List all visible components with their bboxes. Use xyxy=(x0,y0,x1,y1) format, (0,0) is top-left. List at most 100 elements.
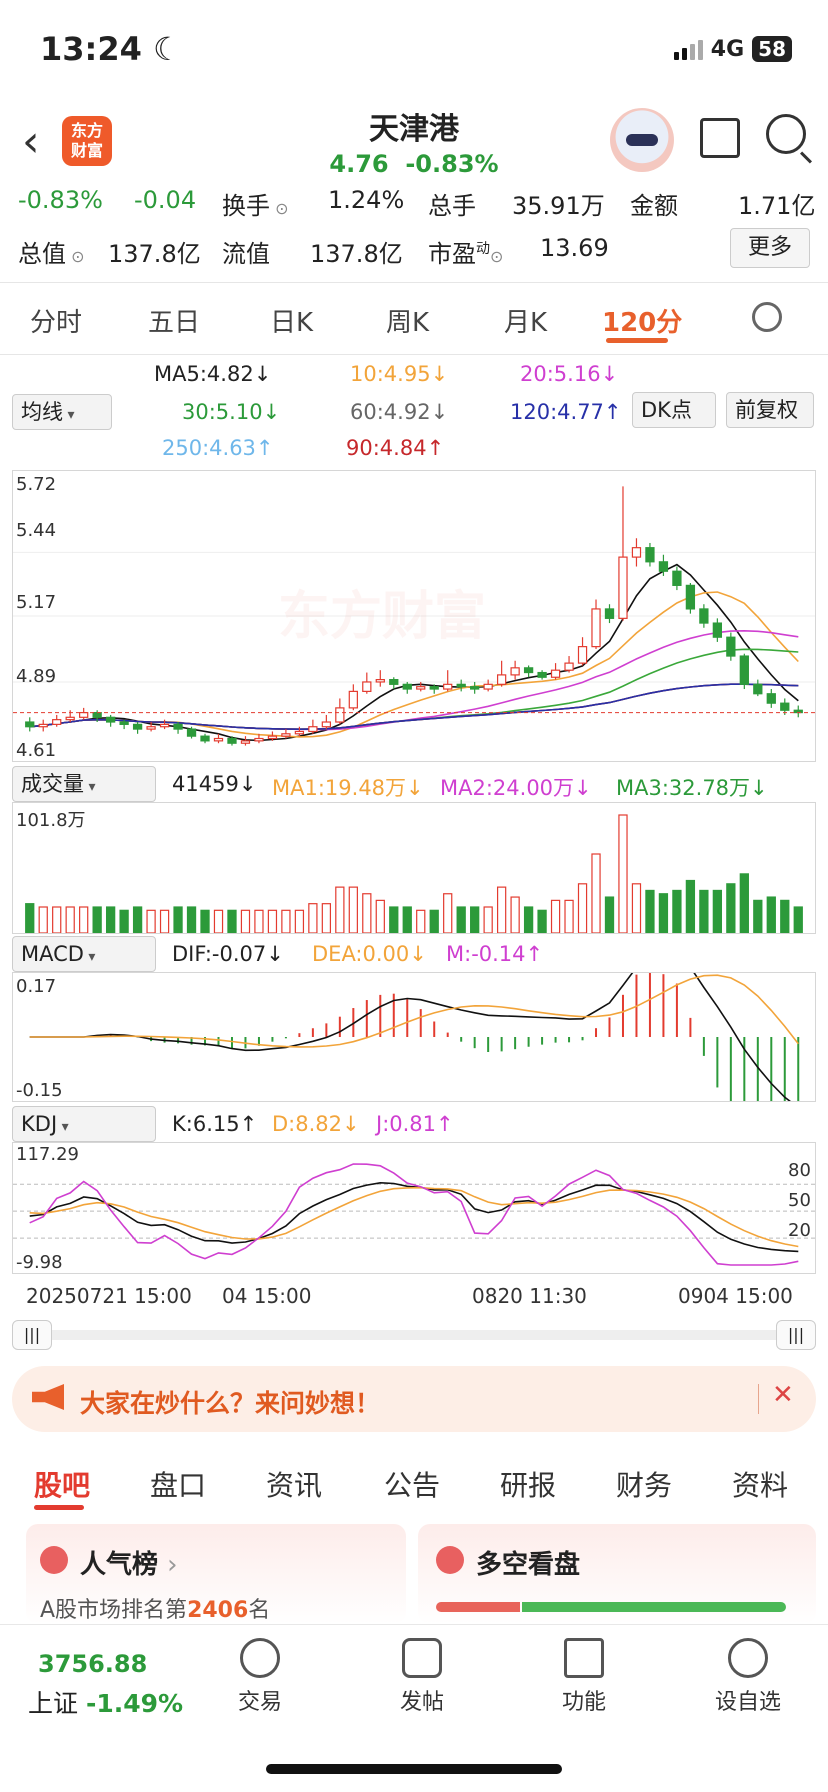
nav-trade[interactable]: 交易 xyxy=(210,1684,310,1716)
candle-body xyxy=(496,674,507,685)
mktcap-value: 137.8亿 xyxy=(108,240,201,268)
status-indicators: 4G 58 xyxy=(673,36,792,62)
tab-news[interactable]: 资讯 xyxy=(266,1464,322,1504)
adjust-button[interactable]: 前复权 xyxy=(726,392,814,428)
trade-icon[interactable] xyxy=(240,1638,280,1678)
macd-dea-line xyxy=(29,974,799,1048)
popularity-rank: A股市场排名第2406名 xyxy=(40,1598,271,1623)
y-tick-label: 5.17 xyxy=(16,592,57,613)
volume-bar xyxy=(645,889,655,934)
moon-icon: ☾ xyxy=(153,30,182,68)
index-value[interactable]: 3756.88 xyxy=(38,1650,147,1678)
tab-monthly-k[interactable]: 月K xyxy=(504,302,547,339)
volume-bar xyxy=(564,899,574,934)
long-bar xyxy=(436,1602,520,1612)
nav-watchlist[interactable]: 设自选 xyxy=(698,1684,798,1716)
volume-bar xyxy=(375,899,385,934)
ranking-icon xyxy=(40,1546,68,1574)
tab-five-day[interactable]: 五日 xyxy=(148,302,200,339)
tab-profile[interactable]: 资料 xyxy=(732,1464,788,1504)
candle-body xyxy=(577,646,588,664)
candle-body xyxy=(753,683,763,695)
candle-body xyxy=(375,679,385,683)
candle-body xyxy=(564,662,574,671)
index-line[interactable]: 上证 -1.49% xyxy=(28,1684,183,1720)
vol-ma3: MA3:32.78万↓ xyxy=(616,776,768,800)
volume-bar xyxy=(146,909,156,934)
dk-point-button[interactable]: DK点 xyxy=(632,392,716,428)
candle-body xyxy=(52,719,62,725)
x-tick-label: 0904 15:00 xyxy=(678,1284,793,1308)
assistant-avatar-icon[interactable] xyxy=(610,108,674,172)
close-icon[interactable]: ✕ xyxy=(772,1380,794,1410)
candle-body xyxy=(591,608,601,648)
candle-body xyxy=(159,723,170,728)
tab-weekly-k[interactable]: 周K xyxy=(386,302,429,339)
search-icon[interactable] xyxy=(766,114,806,154)
volume-top-label: 101.8万 xyxy=(16,810,86,831)
volume-bar xyxy=(793,906,803,934)
watchlist-icon[interactable] xyxy=(728,1638,768,1678)
candle-body xyxy=(523,667,534,674)
share-icon[interactable] xyxy=(700,118,740,158)
post-icon[interactable] xyxy=(402,1638,442,1678)
volume-chart[interactable] xyxy=(12,802,816,934)
vol-ma2: MA2:24.00万↓ xyxy=(440,776,592,800)
tab-announcements[interactable]: 公告 xyxy=(384,1464,440,1504)
macd-bottom-label: -0.15 xyxy=(16,1080,63,1101)
macd-chart[interactable] xyxy=(12,950,816,1155)
candle-body xyxy=(254,737,264,742)
tab-research[interactable]: 研报 xyxy=(500,1464,556,1504)
tab-pankou[interactable]: 盘口 xyxy=(150,1464,206,1504)
range-left-handle[interactable]: ||| xyxy=(12,1320,52,1350)
tab-guba[interactable]: 股吧 xyxy=(34,1464,90,1504)
promo-text[interactable]: 大家在炒什么？来问妙想！ xyxy=(80,1384,380,1420)
tab-finance[interactable]: 财务 xyxy=(616,1464,672,1504)
macd-selector[interactable]: MACD xyxy=(12,936,156,972)
candle-body xyxy=(213,737,224,742)
popularity-title[interactable]: 人气榜 › xyxy=(80,1544,177,1581)
volume-bar xyxy=(105,906,116,934)
x-tick-label: 0820 11:30 xyxy=(472,1284,587,1308)
candle-body xyxy=(739,655,749,685)
volume-bar xyxy=(699,889,709,934)
kdj-bottom-label: -9.98 xyxy=(16,1252,63,1273)
nav-post[interactable]: 发帖 xyxy=(372,1684,472,1716)
nav-functions[interactable]: 功能 xyxy=(534,1684,634,1716)
kdj-j: J:0.81↑ xyxy=(376,1112,454,1136)
macd-m: M:-0.14↑ xyxy=(446,942,544,966)
volume-bar xyxy=(213,909,224,934)
range-scrollbar[interactable] xyxy=(12,1330,816,1340)
volume-bar xyxy=(604,896,615,934)
tab-intraday[interactable]: 分时 xyxy=(30,302,82,339)
kdj-k: K:6.15↑ xyxy=(172,1112,258,1136)
candle-body xyxy=(645,547,655,563)
kdj-chart[interactable] xyxy=(12,1142,816,1274)
longshort-title[interactable]: 多空看盘 xyxy=(476,1544,580,1581)
kdj-level-50: 50 xyxy=(788,1190,811,1211)
more-button[interactable]: 更多 xyxy=(730,228,810,268)
info-icon: ⊙ xyxy=(490,247,504,266)
candle-body xyxy=(200,735,210,742)
turnover-value: 1.24% xyxy=(328,186,405,214)
volume-selector[interactable]: 成交量 xyxy=(12,766,156,802)
volume-bar xyxy=(362,893,372,934)
stock-price: 4.76 xyxy=(329,150,389,178)
functions-icon[interactable] xyxy=(564,1638,604,1678)
candle-body xyxy=(362,681,372,692)
kdj-selector[interactable]: KDJ xyxy=(12,1106,156,1142)
gear-icon[interactable] xyxy=(752,302,782,332)
ma120-line xyxy=(29,683,799,731)
volume-bar xyxy=(523,906,534,934)
volume-bar xyxy=(335,886,345,934)
tab-daily-k[interactable]: 日K xyxy=(270,302,313,339)
candle-body xyxy=(766,693,776,704)
kdj-d: D:8.82↓ xyxy=(272,1112,360,1136)
range-right-handle[interactable]: ||| xyxy=(776,1320,816,1350)
tab-120min[interactable]: 120分 xyxy=(602,302,682,339)
candle-body xyxy=(672,570,682,586)
volume-bar xyxy=(281,909,291,934)
volume-bar xyxy=(483,906,493,934)
ma-selector[interactable]: 均线 xyxy=(12,394,112,430)
divider xyxy=(0,282,828,283)
